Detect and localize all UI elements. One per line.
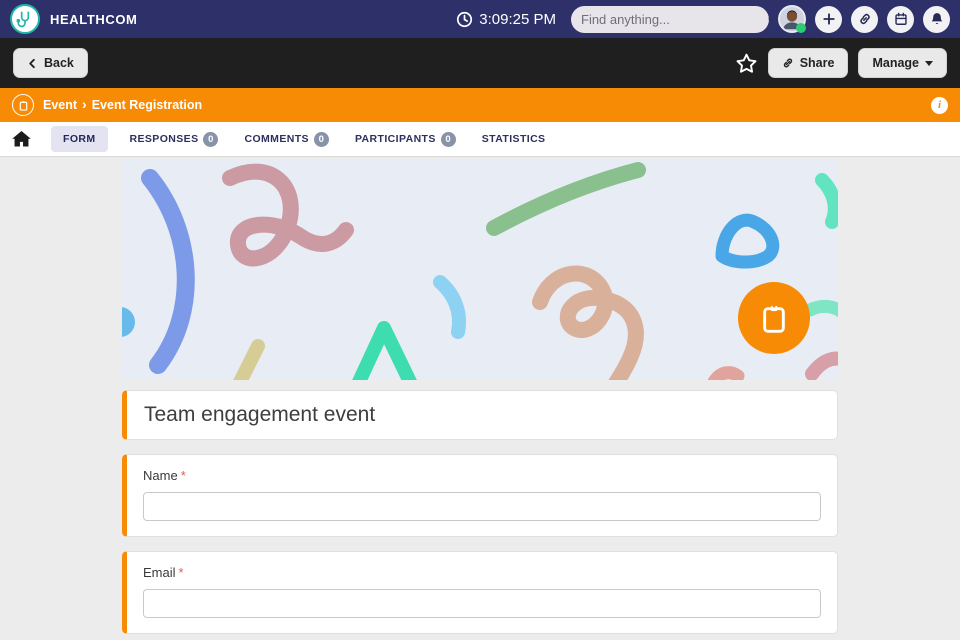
- field-card-email: Email *: [122, 551, 838, 634]
- link-button[interactable]: [851, 5, 878, 33]
- share-button[interactable]: Share: [767, 48, 849, 78]
- form-banner-image: [122, 160, 838, 380]
- calendar-button[interactable]: [887, 5, 914, 33]
- required-asterisk: *: [180, 468, 186, 483]
- tab-form-label: FORM: [63, 133, 96, 145]
- top-navbar: HEALTHCOM 3:09:25 PM: [0, 0, 960, 38]
- field-label: Email *: [143, 565, 821, 580]
- field-label: Name *: [143, 468, 821, 483]
- back-button[interactable]: Back: [13, 48, 88, 78]
- form-title: Team engagement event: [144, 403, 376, 426]
- action-bar: Back Share Manage: [0, 38, 960, 88]
- add-button[interactable]: [815, 5, 842, 33]
- required-asterisk: *: [178, 565, 184, 580]
- clipboard-icon: [12, 94, 34, 116]
- tab-comments[interactable]: COMMENTS 0: [240, 125, 332, 154]
- name-label: Name: [143, 468, 178, 483]
- tab-participants[interactable]: PARTICIPANTS 0: [351, 125, 460, 154]
- name-input[interactable]: [143, 492, 821, 521]
- email-label: Email: [143, 565, 176, 580]
- global-search: [571, 5, 769, 33]
- manage-label: Manage: [872, 56, 919, 70]
- online-status-dot: [796, 23, 806, 33]
- chevron-right-icon: ›: [82, 96, 87, 112]
- tab-responses[interactable]: RESPONSES 0: [126, 125, 223, 154]
- search-input[interactable]: [571, 11, 767, 27]
- breadcrumb-section[interactable]: Event: [43, 98, 77, 112]
- email-input[interactable]: [143, 589, 821, 618]
- comments-count-badge: 0: [313, 131, 329, 147]
- clock-icon: [456, 11, 473, 28]
- tab-comments-label: COMMENTS: [244, 133, 309, 145]
- tab-participants-label: PARTICIPANTS: [354, 133, 436, 145]
- tab-bar: FORM RESPONSES 0 COMMENTS 0 PARTICIPANTS…: [0, 122, 960, 157]
- share-label: Share: [799, 56, 835, 70]
- responses-count-badge: 0: [203, 131, 219, 147]
- user-avatar[interactable]: [778, 5, 806, 33]
- form-page-content: Team engagement event Name* Email* Organ…: [0, 157, 960, 640]
- caret-down-icon: [925, 60, 933, 66]
- tab-statistics-label: STATISTICS: [481, 133, 546, 145]
- search-icon[interactable]: [767, 6, 769, 33]
- tab-form[interactable]: FORM: [51, 126, 108, 152]
- notifications-bell-button[interactable]: [923, 5, 950, 33]
- manage-button[interactable]: Manage: [858, 48, 947, 78]
- breadcrumb-page: Event Registration: [91, 98, 203, 112]
- brand-name: HEALTHCOM: [50, 11, 138, 27]
- participants-count-badge: 0: [440, 131, 456, 147]
- back-label: Back: [44, 56, 74, 70]
- breadcrumb: Event › Event Registration: [43, 96, 203, 113]
- favorite-star-icon[interactable]: [735, 52, 758, 75]
- form-clipboard-fab[interactable]: [738, 282, 810, 354]
- current-time: 3:09:25 PM: [479, 10, 556, 28]
- form-title-card: Team engagement event: [122, 390, 838, 440]
- info-icon[interactable]: i: [931, 96, 948, 114]
- field-card-name: Name *: [122, 454, 838, 537]
- healthcom-logo-icon[interactable]: [10, 4, 40, 34]
- breadcrumb-bar: Event › Event Registration i: [0, 88, 960, 122]
- clock-display: 3:09:25 PM: [456, 11, 556, 28]
- home-icon[interactable]: [12, 130, 31, 148]
- tab-statistics[interactable]: STATISTICS: [478, 126, 550, 152]
- tab-responses-label: RESPONSES: [129, 133, 199, 145]
